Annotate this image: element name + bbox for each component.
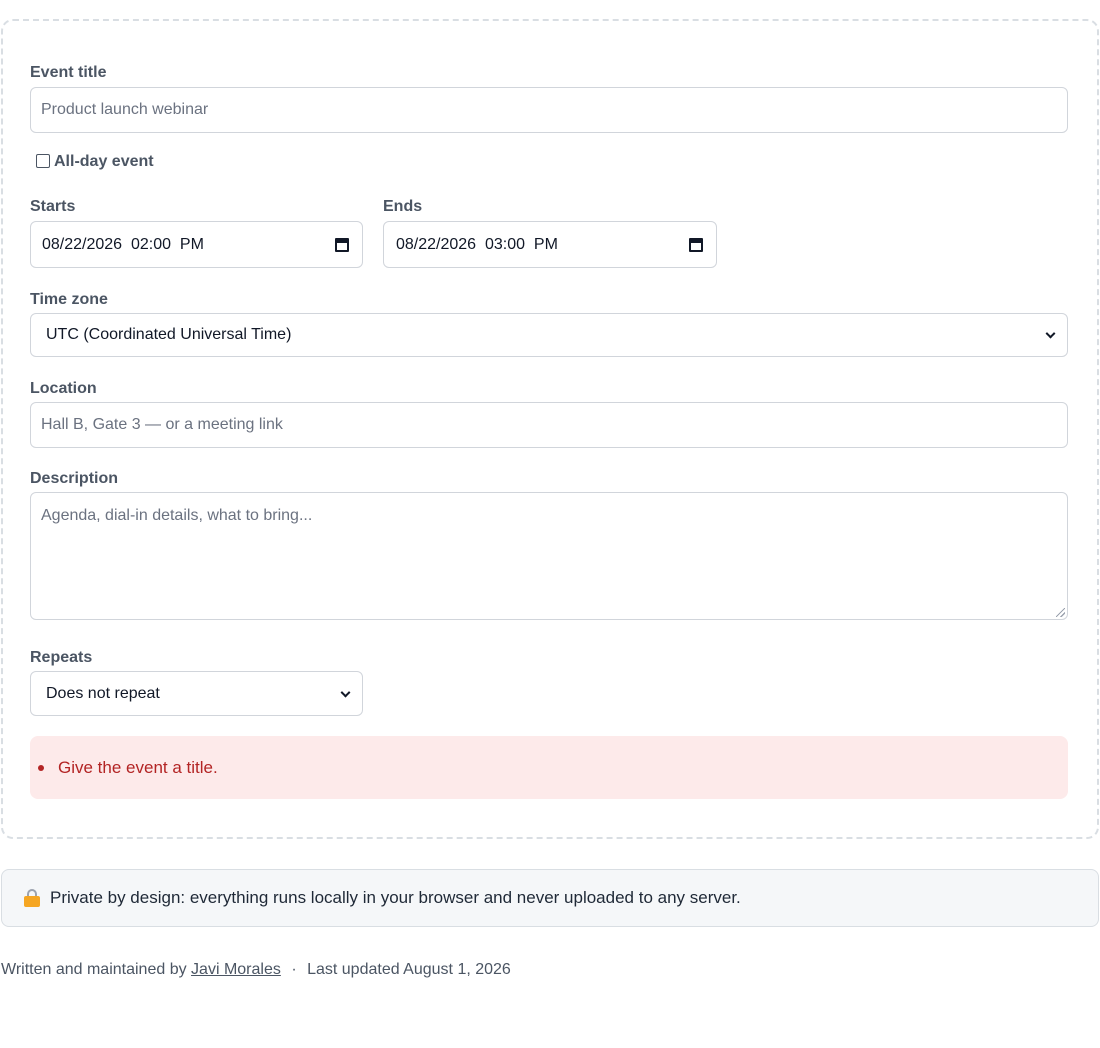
repeats-value: Does not repeat [46, 684, 160, 702]
author-link[interactable]: Javi Morales [191, 961, 281, 978]
ends-label: Ends [383, 198, 423, 215]
resize-handle-icon[interactable] [1056, 608, 1065, 617]
privacy-text: Private by design: everything runs local… [50, 888, 741, 907]
starts-datetime-input[interactable]: 08/22/2026 02:00 PM [30, 221, 363, 268]
event-title-label: Event title [30, 64, 107, 81]
description-label: Description [30, 470, 119, 487]
description-textarea[interactable]: Agenda, dial-in details, what to bring..… [30, 492, 1068, 620]
all-day-checkbox[interactable] [36, 154, 50, 168]
location-input[interactable]: Hall B, Gate 3 — or a meeting link [30, 402, 1068, 448]
timezone-select[interactable]: UTC (Coordinated Universal Time) [30, 313, 1068, 357]
ends-datetime-input[interactable]: 08/22/2026 03:00 PM [383, 221, 717, 268]
chevron-down-icon [1045, 328, 1056, 339]
calendar-icon[interactable] [335, 237, 349, 252]
description-placeholder: Agenda, dial-in details, what to bring..… [41, 507, 313, 524]
location-placeholder: Hall B, Gate 3 — or a meeting link [41, 416, 283, 433]
privacy-notice: Private by design: everything runs local… [1, 869, 1099, 927]
chevron-down-icon [340, 687, 351, 698]
calendar-icon[interactable] [689, 237, 703, 252]
last-updated: Last updated August 1, 2026 [307, 961, 511, 978]
timezone-value: UTC (Coordinated Universal Time) [46, 326, 292, 343]
repeats-label: Repeats [30, 649, 93, 666]
event-title-input[interactable]: Product launch webinar [30, 87, 1068, 133]
starts-value: 08/22/2026 02:00 PM [42, 235, 204, 253]
location-label: Location [30, 380, 97, 397]
error-bullet-icon [38, 764, 44, 771]
footer-written-by: Written and maintained by [1, 961, 187, 978]
lock-icon [24, 889, 40, 907]
validation-error-box: Give the event a title. [30, 736, 1068, 799]
timezone-label: Time zone [30, 291, 108, 308]
all-day-row[interactable]: All-day event [36, 153, 154, 171]
ends-value: 08/22/2026 03:00 PM [396, 235, 558, 253]
footer: Written and maintained by Javi Morales ·… [1, 961, 511, 979]
footer-separator: · [291, 961, 297, 978]
all-day-label: All-day event [54, 153, 154, 170]
starts-label: Starts [30, 198, 76, 215]
repeats-select[interactable]: Does not repeat [30, 671, 363, 716]
event-title-placeholder: Product launch webinar [41, 101, 209, 118]
error-message: Give the event a title. [58, 757, 218, 777]
